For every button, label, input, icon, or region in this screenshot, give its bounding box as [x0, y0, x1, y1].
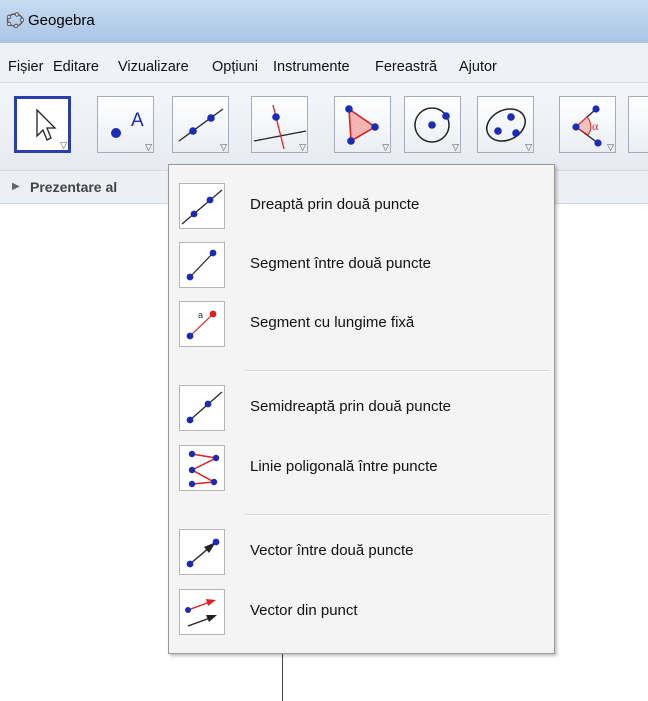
next-tool-button[interactable] [628, 96, 648, 153]
menu-separator [245, 514, 550, 516]
expand-arrow-icon: ▽ [525, 142, 532, 152]
expand-arrow-icon: ▽ [60, 140, 67, 150]
expand-arrow-icon: ▽ [607, 142, 614, 152]
menu-item-label: Segment cu lungime fixă [250, 314, 415, 331]
menu-item-ray-two-points[interactable]: Semidreaptă prin două puncte [169, 379, 554, 437]
expand-arrow-icon: ▽ [452, 142, 459, 152]
graphics-divider[interactable] [282, 650, 283, 701]
menu-item-vector-two-points[interactable]: Vector între două puncte [169, 523, 554, 581]
svg-text:α: α [592, 119, 599, 133]
conic-tool-button[interactable]: ▽ [477, 96, 534, 153]
menu-optiuni[interactable]: Opțiuni [212, 58, 258, 76]
menu-editare[interactable]: Editare [53, 58, 99, 76]
menu-item-label: Dreaptă prin două puncte [250, 196, 420, 213]
menu-item-polyline[interactable]: Linie poligonală între puncte [169, 439, 554, 497]
vector-two-points-icon [186, 538, 220, 568]
menu-item-label: Segment între două puncte [250, 255, 431, 272]
ray-two-points-icon [186, 391, 223, 424]
menu-fereastra[interactable]: Fereastră [375, 58, 437, 76]
menu-bar: Fișier Editare Vizualizare Opțiuni Instr… [0, 43, 648, 83]
menu-vizualizare[interactable]: Vizualizare [118, 58, 189, 76]
geogebra-ellipse-icon [6, 11, 25, 34]
svg-text:A: A [131, 110, 144, 131]
move-tool-button[interactable]: ▽ [14, 96, 71, 153]
circle-tool-button[interactable]: ▽ [404, 96, 461, 153]
segment-two-points-icon [186, 249, 217, 281]
title-bar: Geogebra [0, 0, 648, 43]
toolbar: ▽ A ▽ ▽ ▽ ▽ ▽ ▽ α ▽ [0, 83, 648, 170]
menu-item-label: Linie poligonală între puncte [250, 458, 438, 475]
angle-tool-button[interactable]: α ▽ [559, 96, 616, 153]
menu-item-label: Vector din punct [250, 602, 358, 619]
expand-arrow-icon: ▽ [145, 142, 152, 152]
menu-item-label: Vector între două puncte [250, 542, 414, 559]
menu-item-line-two-points[interactable]: Dreaptă prin două puncte [169, 177, 554, 235]
expand-triangle-icon[interactable]: ▶ [12, 181, 20, 192]
menu-ajutor[interactable]: Ajutor [459, 58, 497, 76]
menu-fisier[interactable]: Fișier [8, 58, 43, 76]
expand-arrow-icon: ▽ [382, 142, 389, 152]
line-through-two-points-icon [181, 189, 223, 225]
algebra-view-label: Prezentare al [30, 179, 118, 195]
menu-item-vector-from-point[interactable]: Vector din punct [169, 583, 554, 641]
polyline-icon [188, 450, 220, 488]
perpendicular-tool-button[interactable]: ▽ [251, 96, 308, 153]
vector-from-point-icon [185, 599, 217, 627]
menu-instrumente[interactable]: Instrumente [273, 58, 350, 76]
polygon-tool-button[interactable]: ▽ [334, 96, 391, 153]
line-tools-dropdown: Dreaptă prin două puncte Segment între d… [168, 164, 555, 654]
window-title: Geogebra [28, 12, 95, 29]
segment-fixed-length-icon: a [186, 310, 217, 340]
line-tool-button[interactable]: ▽ [172, 96, 229, 153]
menu-item-segment-fixed-length[interactable]: a Segment cu lungime fixă [169, 295, 554, 353]
expand-arrow-icon: ▽ [299, 142, 306, 152]
point-tool-button[interactable]: A ▽ [97, 96, 154, 153]
menu-item-label: Semidreaptă prin două puncte [250, 398, 451, 415]
menu-separator [245, 370, 550, 372]
expand-arrow-icon: ▽ [220, 142, 227, 152]
menu-item-segment-two-points[interactable]: Segment între două puncte [169, 236, 554, 294]
svg-text:a: a [198, 310, 203, 320]
